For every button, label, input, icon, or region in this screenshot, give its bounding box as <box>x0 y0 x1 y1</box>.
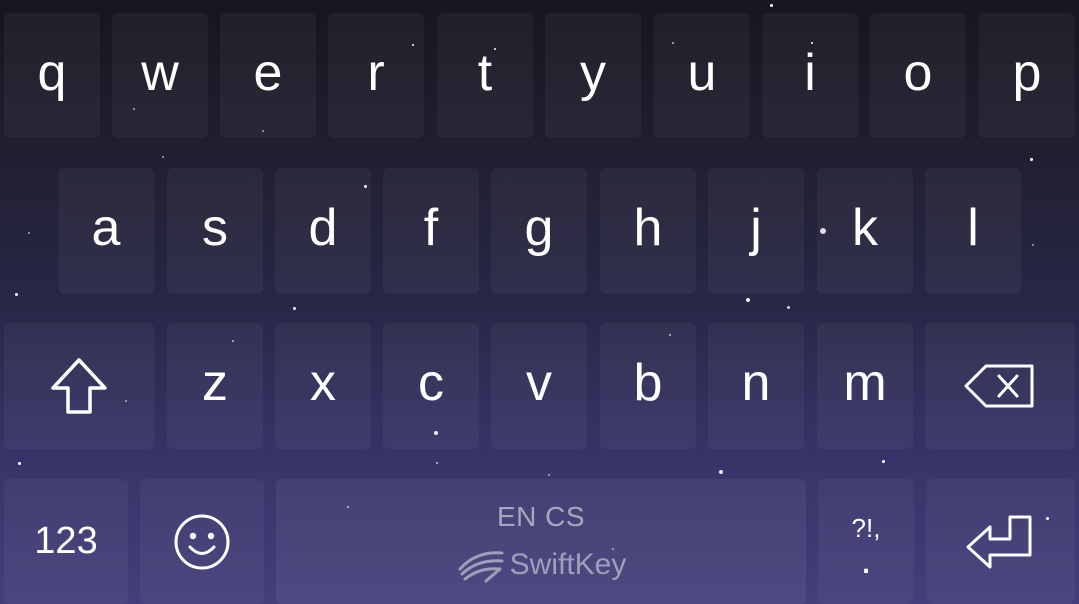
key-label: b <box>633 354 663 412</box>
key-label: k <box>852 199 878 257</box>
key-s[interactable]: s <box>167 168 263 294</box>
key-y[interactable]: y <box>545 13 641 138</box>
key-p[interactable]: p <box>979 13 1075 138</box>
key-g[interactable]: g <box>491 168 587 294</box>
key-label: a <box>91 199 121 257</box>
key-label: x <box>310 354 336 412</box>
key-n[interactable]: n <box>708 323 804 449</box>
enter-return-icon <box>964 511 1038 573</box>
key-b[interactable]: b <box>600 323 696 449</box>
key-c[interactable]: c <box>383 323 479 449</box>
key-x[interactable]: x <box>275 323 371 449</box>
emoji-key[interactable] <box>140 479 264 604</box>
period-label: . <box>860 538 872 582</box>
key-j[interactable]: j <box>708 168 804 294</box>
key-a[interactable]: a <box>58 168 154 294</box>
key-r[interactable]: r <box>328 13 424 138</box>
key-label: c <box>418 354 444 412</box>
key-t[interactable]: t <box>437 13 533 138</box>
key-label: q <box>37 43 67 102</box>
key-h[interactable]: h <box>600 168 696 294</box>
key-label: r <box>367 43 385 102</box>
key-label: u <box>687 43 717 102</box>
punctuation-key[interactable]: ?!, . <box>818 479 914 604</box>
key-label: v <box>526 354 552 412</box>
key-label: h <box>633 199 663 257</box>
numbers-key-label: 123 <box>34 520 98 562</box>
key-w[interactable]: w <box>112 13 208 138</box>
backspace-key[interactable] <box>925 323 1075 449</box>
key-label: f <box>423 199 439 257</box>
key-label: j <box>750 199 762 257</box>
key-label: p <box>1012 43 1042 102</box>
key-label: n <box>741 354 771 412</box>
swiftkey-logo-icon <box>456 547 506 583</box>
smiley-face-icon <box>172 512 232 572</box>
key-label: y <box>580 43 606 102</box>
key-label: i <box>804 43 816 102</box>
key-k[interactable]: k <box>817 168 913 294</box>
key-q[interactable]: q <box>4 13 100 138</box>
key-label: z <box>202 354 228 412</box>
key-label: g <box>524 199 554 257</box>
key-label: w <box>141 43 179 102</box>
brand-name: SwiftKey <box>509 547 627 581</box>
key-v[interactable]: v <box>491 323 587 449</box>
backspace-icon <box>962 360 1038 412</box>
key-label: m <box>843 354 887 412</box>
enter-key[interactable] <box>926 479 1075 604</box>
swiftkey-branding: SwiftKey <box>456 547 627 583</box>
key-e[interactable]: e <box>220 13 316 138</box>
key-label: t <box>477 43 493 102</box>
key-u[interactable]: u <box>654 13 750 138</box>
numbers-key[interactable]: 123 <box>4 479 128 604</box>
key-label: o <box>903 43 933 102</box>
space-bar[interactable]: EN CS SwiftKey <box>276 479 806 604</box>
key-l[interactable]: l <box>925 168 1021 294</box>
key-label: d <box>308 199 338 257</box>
language-label: EN CS <box>496 500 586 532</box>
key-f[interactable]: f <box>383 168 479 294</box>
key-label: l <box>967 199 979 257</box>
key-z[interactable]: z <box>167 323 263 449</box>
key-d[interactable]: d <box>275 168 371 294</box>
key-label: s <box>202 199 228 257</box>
key-label: e <box>253 43 283 102</box>
shift-key[interactable] <box>4 323 154 449</box>
key-o[interactable]: o <box>870 13 966 138</box>
key-i[interactable]: i <box>762 13 858 138</box>
key-m[interactable]: m <box>817 323 913 449</box>
shift-arrow-up-icon <box>47 354 111 418</box>
